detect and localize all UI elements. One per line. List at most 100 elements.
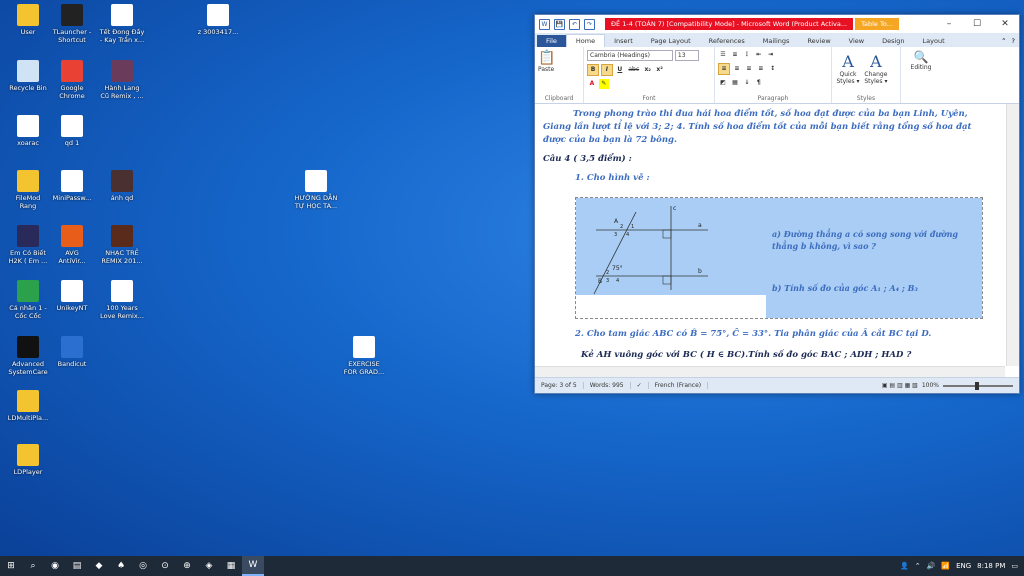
word-window[interactable]: W 💾 ↶ ↷ ĐỀ 1-4 (TOÁN 7) [Compatibility M… [534, 14, 1020, 394]
figure-table[interactable]: A B a b c 75° 2 1 3 4 2 3 4 a) Đường thẳ… [575, 197, 983, 319]
taskbar-app-icon[interactable]: ◉ [44, 556, 66, 576]
taskbar-app-icon[interactable]: ◆ [88, 556, 110, 576]
line-spacing-icon[interactable]: ↕ [768, 64, 778, 74]
increase-indent-icon[interactable]: ⇥ [766, 50, 776, 60]
desktop-icon-nhactre[interactable]: NHẠC TRẺ REMIX 201... [94, 225, 150, 265]
desktop-icon-z3003[interactable]: z 3003417... [190, 4, 246, 36]
multilevel-list-icon[interactable]: ⋮ [742, 50, 752, 60]
font-size-select[interactable]: 13 [674, 50, 699, 61]
desktop-icon-ldplayer[interactable]: LDPlayer [0, 444, 56, 476]
taskbar-app-icon[interactable]: ▦ [220, 556, 242, 576]
title-bar[interactable]: W 💾 ↶ ↷ ĐỀ 1-4 (TOÁN 7) [Compatibility M… [535, 15, 1019, 33]
paste-button[interactable]: Paste [538, 66, 580, 73]
help-icon[interactable]: ? [1012, 37, 1015, 45]
document-page[interactable]: Trong phong trào thi đua hái hoa điểm tố… [543, 104, 993, 185]
desktop-icon-100years[interactable]: 100 Years Love Remix... [94, 280, 150, 320]
save-icon[interactable]: 💾 [554, 18, 565, 30]
desktop-icon-hanhlang[interactable]: Hành Lang Cũ Remix , ... [94, 60, 150, 100]
word-count[interactable]: Words: 995 [584, 382, 631, 389]
sort-icon[interactable]: ↓ [742, 78, 752, 88]
taskbar-app-icon[interactable]: ▤ [66, 556, 88, 576]
editing-button[interactable]: Editing [904, 64, 938, 71]
subscript-button[interactable]: x₂ [643, 65, 653, 75]
paste-icon[interactable]: 📋 [538, 50, 580, 66]
view-buttons[interactable]: ▣ ▤ ▥ ▦ ▧ [882, 382, 918, 389]
taskbar-app-icon[interactable]: ⊕ [176, 556, 198, 576]
align-right-icon[interactable]: ≡ [744, 64, 754, 74]
bold-button[interactable]: B [587, 64, 599, 76]
change-styles-button[interactable]: A Change Styles ▾ [863, 52, 889, 85]
redo-icon[interactable]: ↷ [584, 18, 595, 30]
tab-home[interactable]: Home [565, 34, 606, 47]
superscript-button[interactable]: x² [655, 65, 665, 75]
desktop-icon-ldmulti[interactable]: LDMultiPla... [0, 390, 56, 422]
shading-icon[interactable]: ◩ [718, 78, 728, 88]
context-tab-table-tools[interactable]: Table To... [855, 18, 899, 30]
page-count[interactable]: Page: 3 of 5 [535, 382, 584, 389]
bullets-icon[interactable]: ☰ [718, 50, 728, 60]
document-area[interactable]: Trong phong trào thi đua hái hoa điểm tố… [535, 104, 1005, 378]
tab-layout[interactable]: Layout [914, 35, 954, 47]
proofing-icon[interactable]: ✓ [631, 382, 649, 389]
search-icon[interactable]: ⌕ [22, 556, 44, 576]
tab-mailings[interactable]: Mailings [754, 35, 799, 47]
align-left-icon[interactable]: ≡ [718, 63, 730, 75]
decrease-indent-icon[interactable]: ⇤ [754, 50, 764, 60]
desktop-icon-avg[interactable]: AVG AntiVir... [44, 225, 100, 265]
volume-icon[interactable]: 🔊 [927, 562, 936, 570]
tab-review[interactable]: Review [798, 35, 839, 47]
vertical-scrollbar[interactable] [1006, 104, 1019, 366]
network-icon[interactable]: 📶 [941, 562, 950, 570]
show-marks-icon[interactable]: ¶ [754, 78, 764, 88]
desktop-icon-exercise[interactable]: EXERCISE FOR GRAD... [336, 336, 392, 376]
word-app-icon[interactable]: W [539, 18, 550, 30]
numbering-icon[interactable]: ≡ [730, 50, 740, 60]
undo-icon[interactable]: ↶ [569, 18, 580, 30]
taskbar-app-icon[interactable]: ◎ [132, 556, 154, 576]
desktop-icon-huongdan[interactable]: HƯỚNG DẪN TỰ HỌC TA... [288, 170, 344, 210]
show-hidden-icons[interactable]: ⌃ [915, 562, 921, 570]
font-color-icon[interactable]: A [587, 79, 597, 89]
desktop-icon-qd1[interactable]: qd 1 [44, 115, 100, 147]
desktop-icon-chrome[interactable]: Google Chrome [44, 60, 100, 100]
taskbar-app-icon[interactable]: ♠ [110, 556, 132, 576]
minimize-ribbon-icon[interactable]: ⌃ [1001, 37, 1006, 45]
start-button[interactable]: ⊞ [0, 556, 22, 576]
taskbar-app-icon[interactable]: ⊙ [154, 556, 176, 576]
highlight-icon[interactable]: ✎ [598, 79, 609, 89]
align-center-icon[interactable]: ≡ [732, 64, 742, 74]
tab-insert[interactable]: Insert [605, 35, 642, 47]
tab-file[interactable]: File [537, 35, 566, 47]
desktop-icon-tetdongday[interactable]: Tết Đong Đầy - Kay Trần x... [94, 4, 150, 44]
desktop-icon-unikey[interactable]: UnikeyNT [44, 280, 100, 312]
italic-button[interactable]: I [600, 64, 613, 76]
horizontal-scrollbar[interactable] [535, 366, 1005, 377]
desktop-icon-bandicut[interactable]: Bandicut [44, 336, 100, 368]
desktop-icon-anhqd[interactable]: ảnh qd [94, 170, 150, 202]
desktop-icon-tlauncher[interactable]: TLauncher - Shortcut [44, 4, 100, 44]
language-indicator[interactable]: French (France) [649, 382, 709, 389]
close-button[interactable]: ✕ [991, 19, 1019, 29]
desktop-icon-minipass[interactable]: MiniPassw... [44, 170, 100, 202]
zoom-level[interactable]: 100% [922, 382, 939, 389]
people-icon[interactable]: 👤 [900, 562, 909, 570]
font-name-select[interactable]: Cambria (Headings) [587, 50, 673, 61]
tab-page-layout[interactable]: Page Layout [642, 35, 700, 47]
underline-button[interactable]: U [615, 65, 625, 75]
clock[interactable]: 8:18 PM [977, 562, 1005, 570]
borders-icon[interactable]: ▦ [730, 78, 740, 88]
input-language[interactable]: ENG [956, 562, 971, 570]
justify-icon[interactable]: ≡ [756, 64, 766, 74]
quick-styles-button[interactable]: A Quick Styles ▾ [835, 52, 861, 85]
maximize-button[interactable]: ☐ [963, 19, 991, 29]
document-page-lower[interactable]: 2. Cho tam giác ABC có B̂ = 75°, Ĉ = 33°… [543, 328, 993, 362]
taskbar-word-icon[interactable]: W [242, 556, 264, 576]
zoom-slider[interactable] [943, 381, 1013, 390]
tab-view[interactable]: View [840, 35, 873, 47]
notification-icon[interactable]: ▭ [1011, 562, 1018, 570]
strikethrough-button[interactable]: abc [627, 65, 641, 75]
tab-references[interactable]: References [700, 35, 754, 47]
tab-design[interactable]: Design [873, 35, 913, 47]
minimize-button[interactable]: – [935, 19, 963, 29]
taskbar-app-icon[interactable]: ◈ [198, 556, 220, 576]
